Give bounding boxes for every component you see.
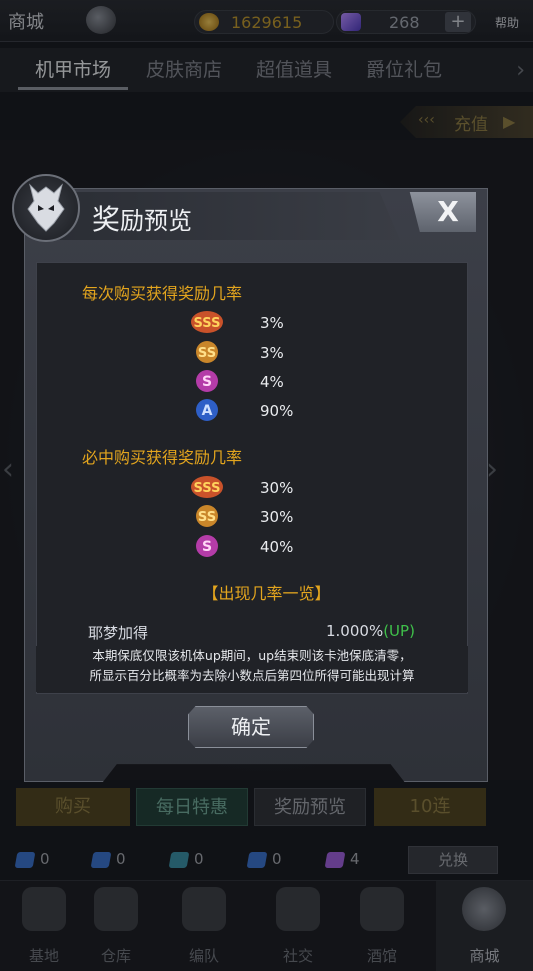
svg-text:SSS: SSS (194, 316, 221, 331)
pity-note: 本期保底仅限该机体up期间，up结束则该卡池保底清零， 所显示百分比概率为去除小… (36, 646, 468, 692)
rate-percent: 30% (260, 479, 294, 497)
svg-text:A: A (202, 403, 213, 419)
rate-percent: 90% (260, 402, 294, 420)
rate-percent: 40% (260, 538, 294, 556)
dialog-title-first-char: 奖 (92, 203, 121, 236)
guaranteed-rates-title: 必中购买获得奖励几率 (82, 448, 243, 467)
pity-note-line1: 本期保底仅限该机体up期间，up结束则该卡池保底清零， (92, 648, 412, 663)
rate-percent: 4% (260, 373, 284, 391)
pity-note-line2: 所显示百分比概率为去除小数点后第四位所得可能出现计算 (89, 668, 415, 683)
rate-row: SS 3% (190, 340, 310, 366)
ss-grade-icon: SS (196, 505, 218, 527)
featured-mech-name: 耶梦加得 (88, 624, 149, 642)
confirm-button[interactable]: 确定 (188, 706, 314, 748)
rate-percent: 3% (260, 314, 284, 332)
featured-rate-value: 1.000% (326, 622, 384, 640)
svg-text:S: S (202, 539, 212, 555)
sss-grade-icon: SSS (191, 476, 223, 498)
rate-row: SSS 3% (190, 310, 310, 336)
a-grade-icon: A (196, 399, 218, 421)
rate-row: S 40% (190, 534, 310, 560)
s-grade-icon: S (196, 535, 218, 557)
featured-mech-rate: 1.000%(UP) (326, 622, 415, 640)
svg-text:SS: SS (198, 510, 216, 525)
dialog-title-rest: 励预览 (120, 207, 193, 235)
rate-row: SS 30% (190, 504, 310, 530)
svg-text:SS: SS (198, 346, 216, 361)
rate-percent: 3% (260, 344, 284, 362)
sss-grade-icon: SSS (191, 311, 223, 333)
s-grade-icon: S (196, 370, 218, 392)
rate-row: SSS 30% (190, 475, 310, 501)
svg-text:S: S (202, 374, 212, 390)
rate-up-badge: (UP) (383, 622, 415, 640)
mech-emblem-icon (12, 174, 80, 242)
per-purchase-rates-title: 每次购买获得奖励几率 (82, 284, 243, 303)
rate-percent: 30% (260, 508, 294, 526)
svg-text:SSS: SSS (194, 481, 221, 496)
dialog-title: 奖励预览 (92, 198, 192, 238)
rate-list-title: 【出现几率一览】 (202, 584, 331, 603)
ss-grade-icon: SS (196, 341, 218, 363)
rate-row: S 4% (190, 369, 310, 395)
rate-row: A 90% (190, 398, 310, 424)
